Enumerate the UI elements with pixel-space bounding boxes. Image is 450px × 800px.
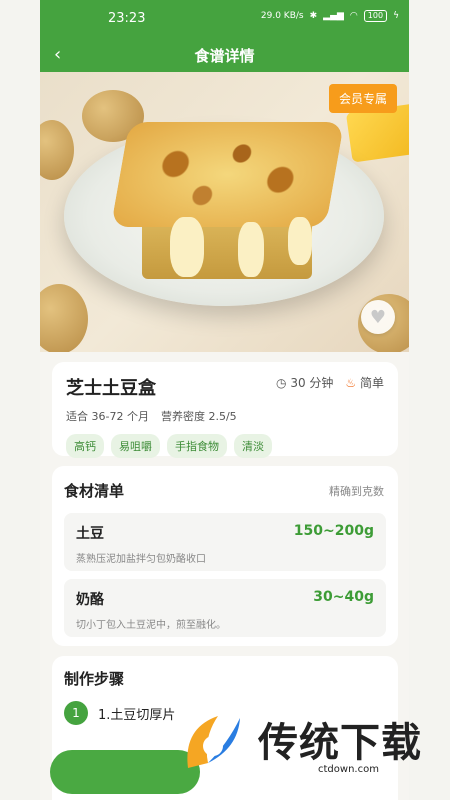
recipe-sub: 适合 36-72 个月 营养密度 2.5/5 (66, 408, 384, 424)
ingredients-card: 食材清单 精确到克数 土豆 150~200g 蒸熟压泥加盐拌匀包奶酪收口 奶酪 … (52, 466, 398, 646)
tag-list: 高钙 易咀嚼 手指食物 清淡 (66, 434, 384, 458)
cheese-top (110, 122, 345, 227)
wifi-icon: ◠ (349, 11, 358, 21)
status-icons: 29.0 KB/s ✱ ▂▄▆ ◠ 100 ϟ (261, 10, 399, 22)
recipe-meta: ◷ 30 分钟 ♨ 简单 (276, 374, 384, 391)
watermark-brand: 传统下载 (258, 720, 422, 766)
steps-title: 制作步骤 (64, 670, 125, 688)
battery-icon: 100 (363, 10, 388, 22)
status-time: 23:23 (108, 11, 146, 26)
cheese-drip (238, 222, 264, 277)
dish-image (110, 122, 345, 292)
heart-icon[interactable]: ♥ (361, 300, 395, 334)
ingredients-note: 精确到克数 (329, 485, 384, 498)
age-range: 适合 36-72 个月 (66, 410, 149, 423)
tag: 易咀嚼 (111, 434, 160, 458)
tag: 高钙 (66, 434, 104, 458)
ingredient-amount: 30~40g (313, 589, 374, 605)
clock-icon: ◷ (276, 376, 291, 390)
recipe-hero-image: 会员专属 ♥ (40, 72, 409, 352)
difficulty: ♨ 简单 (345, 374, 384, 391)
net-speed: 29.0 KB/s (260, 11, 304, 21)
watermark-logo-icon (187, 716, 240, 768)
bluetooth-icon: ✱ (309, 11, 318, 21)
charging-icon: ϟ (393, 11, 399, 21)
status-bar: 23:23 29.0 KB/s ✱ ▂▄▆ ◠ 100 ϟ (40, 0, 409, 38)
fire-icon: ♨ (345, 376, 360, 390)
potato-decoration (40, 284, 88, 352)
tag: 清淡 (234, 434, 272, 458)
recipe-info-card: 芝士土豆盒 ◷ 30 分钟 ♨ 简单 适合 36-72 个月 营养密度 2.5/… (52, 362, 398, 458)
ingredient-amount: 150~200g (293, 523, 374, 539)
tag: 手指食物 (167, 434, 227, 458)
cook-time-value: 30 分钟 (290, 376, 334, 390)
ingredient-item: 奶酪 30~40g 切小丁包入土豆泥中，煎至融化。 (64, 579, 386, 637)
signal-icon: ▂▄▆ (323, 11, 344, 21)
watermark: 传统下载 ctdown.com (178, 700, 428, 786)
step-text: 1.土豆切厚片 (98, 707, 176, 723)
ingredient-desc: 蒸熟压泥加盐拌匀包奶酪收口 (76, 554, 206, 565)
step-number: 1 (64, 701, 88, 725)
nutrition-density: 营养密度 2.5/5 (160, 410, 237, 423)
top-nav: ‹ 食谱详情 (40, 38, 409, 72)
app-screen: 23:23 29.0 KB/s ✱ ▂▄▆ ◠ 100 ϟ ‹ 食谱详情 会员专… (40, 0, 409, 800)
potato-decoration (40, 120, 74, 180)
ingredient-desc: 切小丁包入土豆泥中，煎至融化。 (76, 620, 226, 631)
cheese-drip (288, 217, 312, 265)
difficulty-value: 简单 (359, 376, 384, 390)
ingredient-item: 土豆 150~200g 蒸熟压泥加盐拌匀包奶酪收口 (64, 513, 386, 571)
cheese-drip (170, 217, 204, 277)
page-title: 食谱详情 (194, 47, 255, 65)
cook-time: ◷ 30 分钟 (276, 374, 333, 391)
watermark-url: ctdown.com (318, 764, 379, 775)
vip-badge: 会员专属 (328, 84, 397, 113)
